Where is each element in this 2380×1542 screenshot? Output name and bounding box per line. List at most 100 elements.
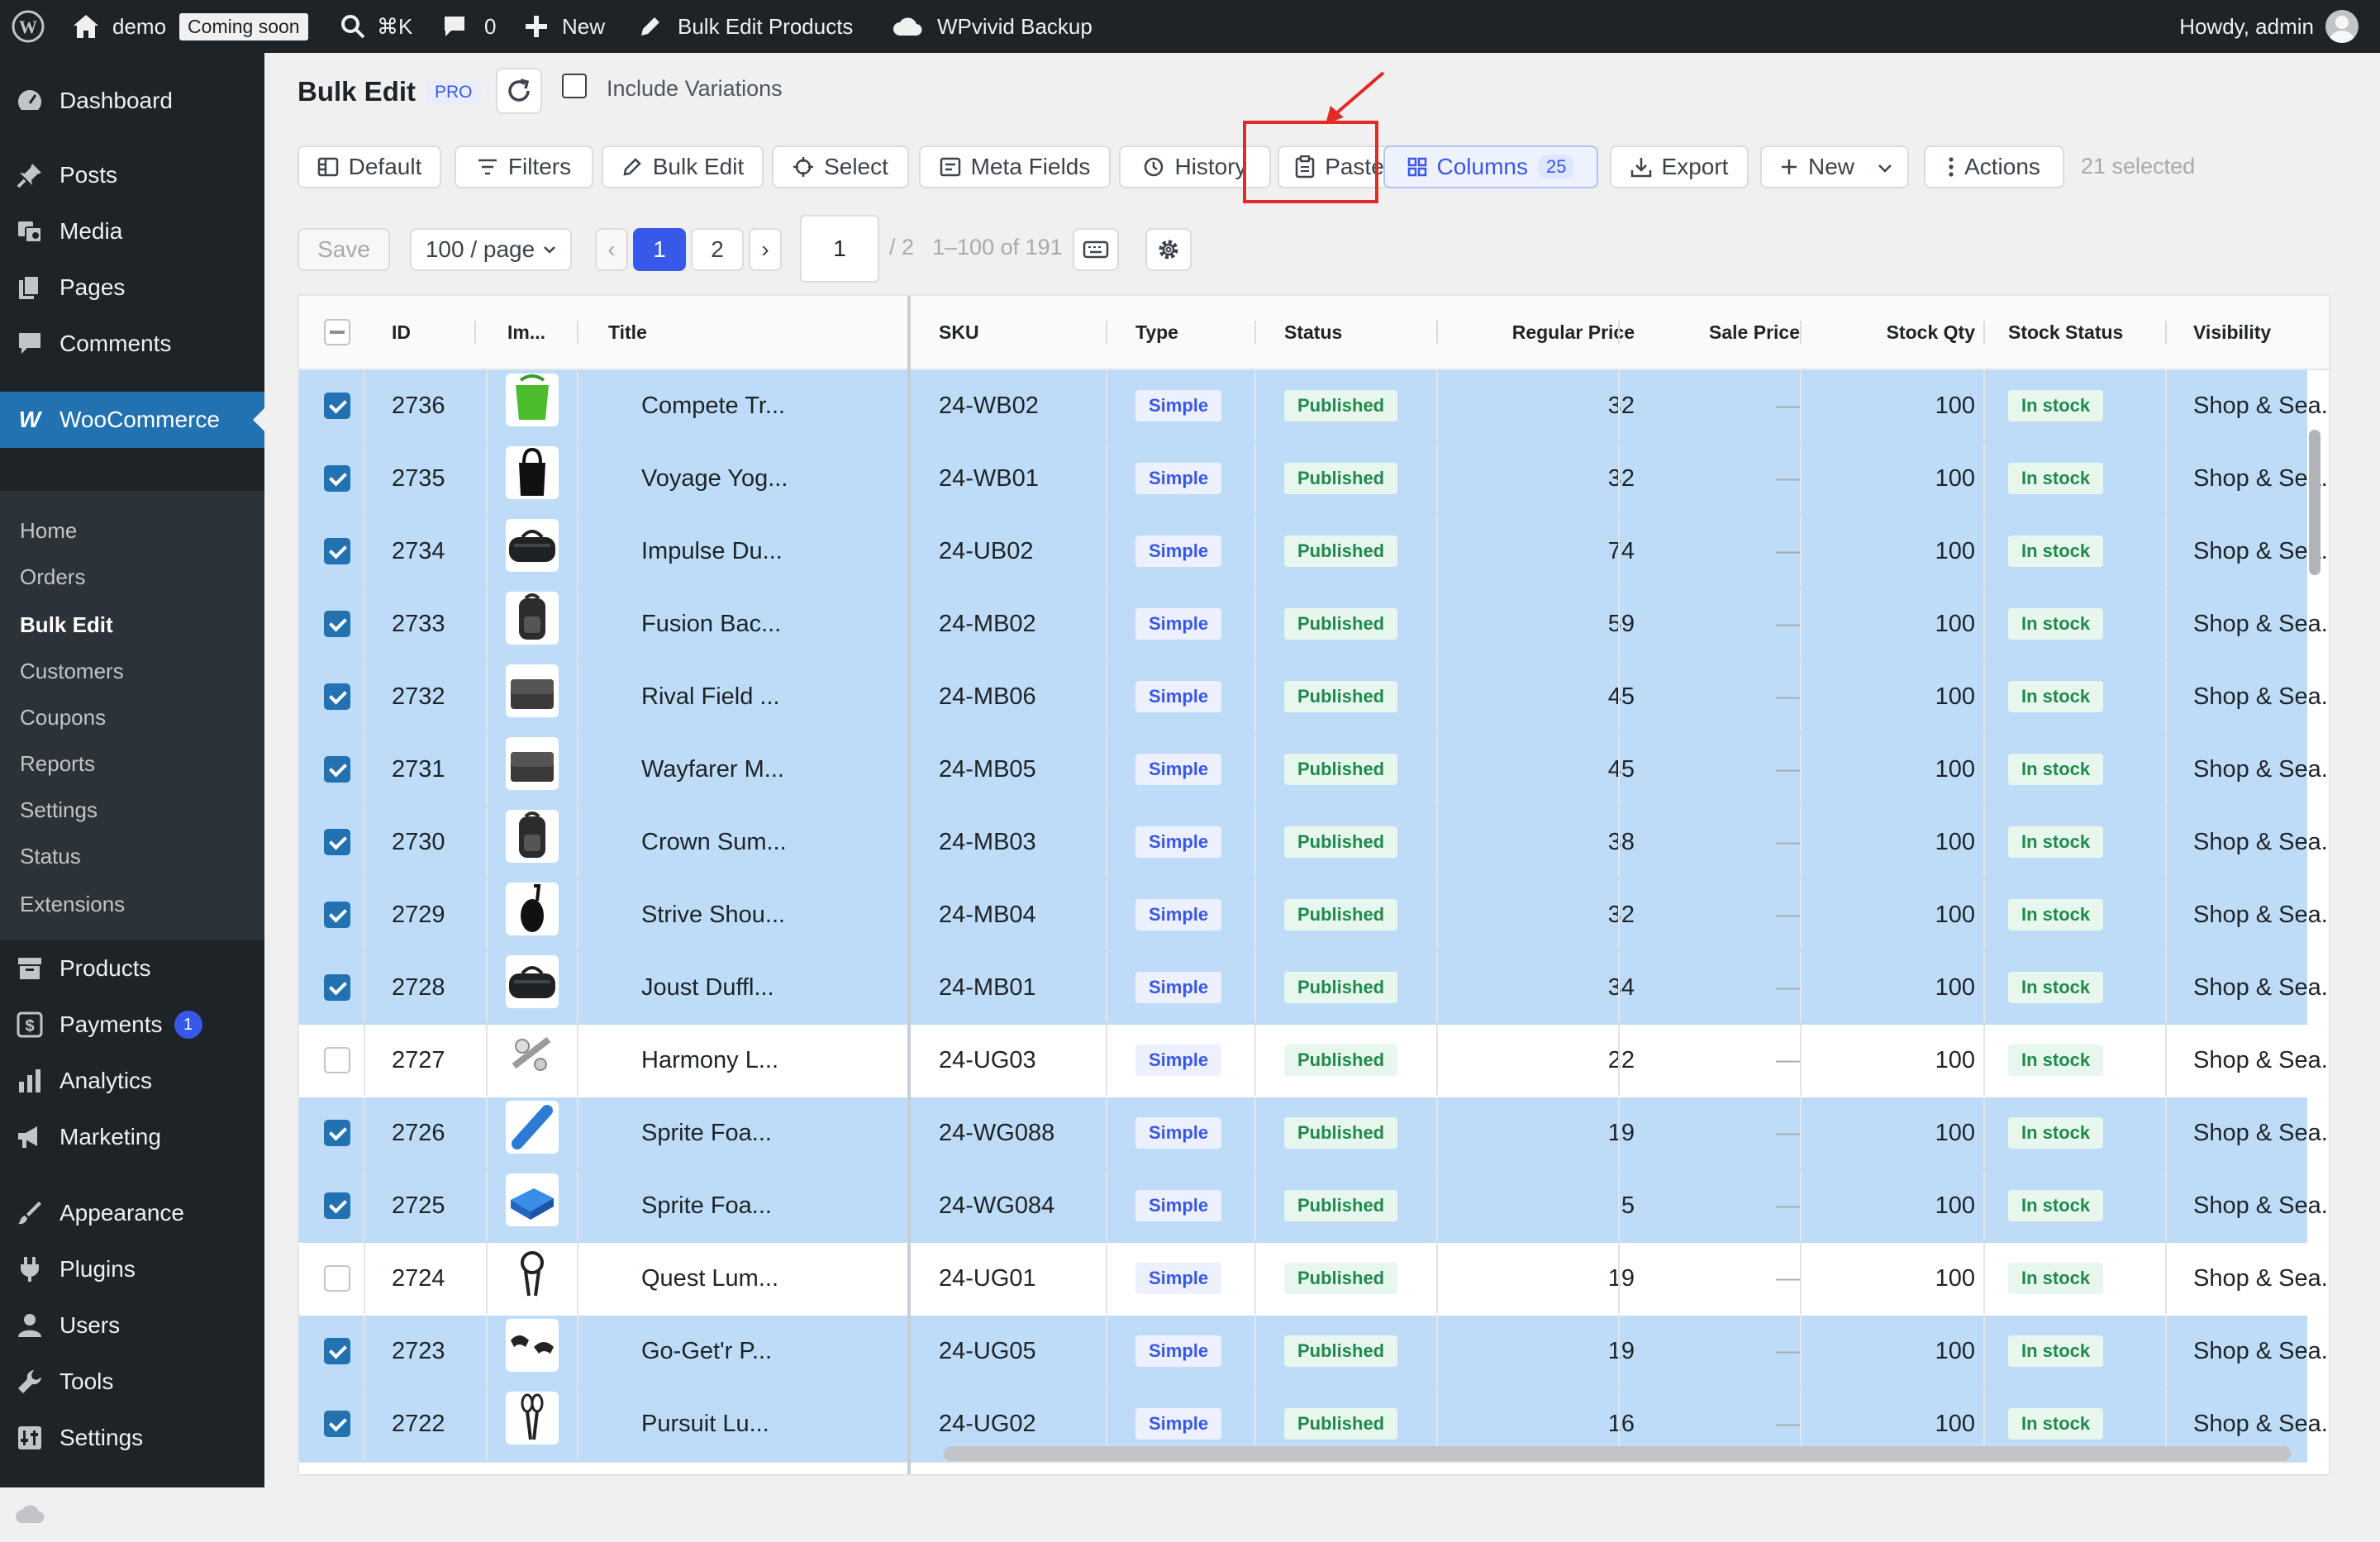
product-thumbnail[interactable] [506,446,559,499]
cell-title[interactable]: Voyage Yog... [641,443,788,514]
cell-stock-status-badge[interactable]: In stock [2008,608,2104,640]
table-row[interactable]: 2734 Impulse Du... 24-UB02 Simple Published 7… [299,516,2329,590]
cell-stock-qty[interactable]: 100 [1816,1243,1975,1314]
column-header-sku[interactable]: SKU [939,296,979,369]
cell-sku[interactable]: 24-WB02 [939,370,1039,441]
table-row[interactable]: 2729 Strive Shou... 24-MB04 Simple Published… [299,879,2329,954]
column-header-title[interactable]: Title [608,296,647,369]
sidebar-item-tools[interactable]: Tools [0,1354,264,1410]
keyboard-button[interactable] [1073,228,1119,271]
cell-stock-qty[interactable]: 100 [1816,734,1975,805]
row-checkbox[interactable] [324,611,350,637]
table-row[interactable]: 2735 Voyage Yog... 24-WB01 Simple Published 3… [299,443,2329,517]
cell-type-badge[interactable]: Simple [1135,826,1222,858]
per-page-select[interactable]: 100 / page [410,228,572,271]
cell-sale-price[interactable]: — [1654,443,1800,514]
product-thumbnail[interactable] [506,1392,559,1444]
sidebar-item-users[interactable]: Users [0,1297,264,1354]
row-checkbox[interactable] [324,538,350,564]
cell-regular-price[interactable]: 22 [1473,1025,1635,1096]
account-menu[interactable]: Howdy, admin [2179,0,2359,53]
sidebar-item-dashboard[interactable]: Dashboard [0,73,264,129]
sidebar-item-settings[interactable]: Settings [0,1410,264,1466]
cell-title[interactable]: Pursuit Lu... [641,1388,769,1459]
cell-regular-price[interactable]: 38 [1473,807,1635,878]
cell-status-badge[interactable]: Published [1284,826,1398,858]
sidebar-item-pages[interactable]: Pages [0,259,264,316]
row-checkbox[interactable] [324,1047,350,1073]
cell-status-badge[interactable]: Published [1284,535,1398,567]
select-button[interactable]: Select [772,145,909,188]
row-checkbox[interactable] [324,1265,350,1292]
new-button[interactable]: New [1760,145,1909,188]
cell-stock-status-badge[interactable]: In stock [2008,390,2104,421]
cell-type-badge[interactable]: Simple [1135,608,1222,640]
cell-title[interactable]: Quest Lum... [641,1243,778,1314]
cell-sale-price[interactable]: — [1654,734,1800,805]
cell-sku[interactable]: 24-WB01 [939,443,1039,514]
select-all-checkbox[interactable] [324,319,350,345]
column-header-stock-qty[interactable]: Stock Qty [1816,296,1975,369]
cell-regular-price[interactable]: 45 [1473,734,1635,805]
cell-visibility[interactable]: Shop & Sea... [2193,1170,2329,1241]
cell-regular-price[interactable]: 32 [1473,879,1635,950]
row-checkbox[interactable] [324,1192,350,1219]
settings-button[interactable] [1145,228,1192,271]
table-row[interactable]: 2724 Quest Lum... 24-UG01 Simple Published 19… [299,1243,2329,1317]
cell-status-badge[interactable]: Published [1284,390,1398,421]
row-checkbox[interactable] [324,1338,350,1364]
cell-status-badge[interactable]: Published [1284,972,1398,1003]
cell-type-badge[interactable]: Simple [1135,390,1222,421]
cell-sku[interactable]: 24-UG03 [939,1025,1036,1096]
sidebar-item-wpvivid[interactable]: WPvivid Backup [0,1486,264,1542]
cell-sale-price[interactable]: — [1654,807,1800,878]
cell-stock-status-badge[interactable]: In stock [2008,754,2104,785]
columns-button[interactable]: Columns 25 [1383,145,1598,188]
cell-stock-qty[interactable]: 100 [1816,370,1975,441]
cell-stock-qty[interactable]: 100 [1816,443,1975,514]
sidebar-item-appearance[interactable]: Appearance [0,1185,264,1241]
column-header-id[interactable]: ID [392,296,411,369]
column-header-visibility[interactable]: Visibility [2193,296,2271,369]
cell-sale-price[interactable]: — [1654,516,1800,587]
sidebar-item-marketing[interactable]: Marketing [0,1109,264,1165]
sidebar-item-comments[interactable]: Comments [0,316,264,372]
cell-visibility[interactable]: Shop & Sea... [2193,1316,2329,1387]
cell-sale-price[interactable]: — [1654,1170,1800,1241]
product-thumbnail[interactable] [506,664,559,717]
cell-sku[interactable]: 24-MB05 [939,734,1036,805]
table-row[interactable]: 2732 Rival Field ... 24-MB06 Simple Publishe… [299,661,2329,735]
cell-sku[interactable]: 24-UG05 [939,1316,1036,1387]
cell-stock-status-badge[interactable]: In stock [2008,1190,2104,1221]
cell-title[interactable]: Rival Field ... [641,661,780,732]
row-checkbox[interactable] [324,756,350,783]
include-variations-checkbox[interactable] [562,74,587,98]
chevron-down-icon[interactable] [1878,164,1892,174]
column-header-image[interactable]: Im... [507,296,545,369]
cell-sale-price[interactable]: — [1654,1316,1800,1387]
cell-type-badge[interactable]: Simple [1135,972,1222,1003]
column-header-status[interactable]: Status [1284,296,1342,369]
cell-sku[interactable]: 24-MB03 [939,807,1036,878]
cell-visibility[interactable]: Shop & Sea... [2193,1243,2329,1314]
cell-status-badge[interactable]: Published [1284,681,1398,712]
product-thumbnail[interactable] [506,810,559,863]
table-row[interactable]: 2727 Harmony L... 24-UG03 Simple Published 22… [299,1025,2329,1099]
cell-title[interactable]: Strive Shou... [641,879,785,950]
cell-regular-price[interactable]: 34 [1473,952,1635,1023]
product-thumbnail[interactable] [506,1028,559,1081]
goto-page-input[interactable]: 1 [800,215,879,283]
cell-status-badge[interactable]: Published [1284,1190,1398,1221]
save-button[interactable]: Save [298,228,390,271]
cell-visibility[interactable]: Shop & Sea... [2193,588,2329,659]
column-header-stock-status[interactable]: Stock Status [2008,296,2123,369]
command-palette-link[interactable]: ⌘K [340,0,412,53]
cell-stock-status-badge[interactable]: In stock [2008,463,2104,494]
cell-title[interactable]: Harmony L... [641,1025,778,1096]
row-checkbox[interactable] [324,393,350,419]
row-checkbox[interactable] [324,902,350,928]
cell-stock-qty[interactable]: 100 [1816,1097,1975,1168]
sidebar-item-media[interactable]: Media [0,203,264,259]
cell-stock-status-badge[interactable]: In stock [2008,899,2104,930]
cell-status-badge[interactable]: Published [1284,899,1398,930]
